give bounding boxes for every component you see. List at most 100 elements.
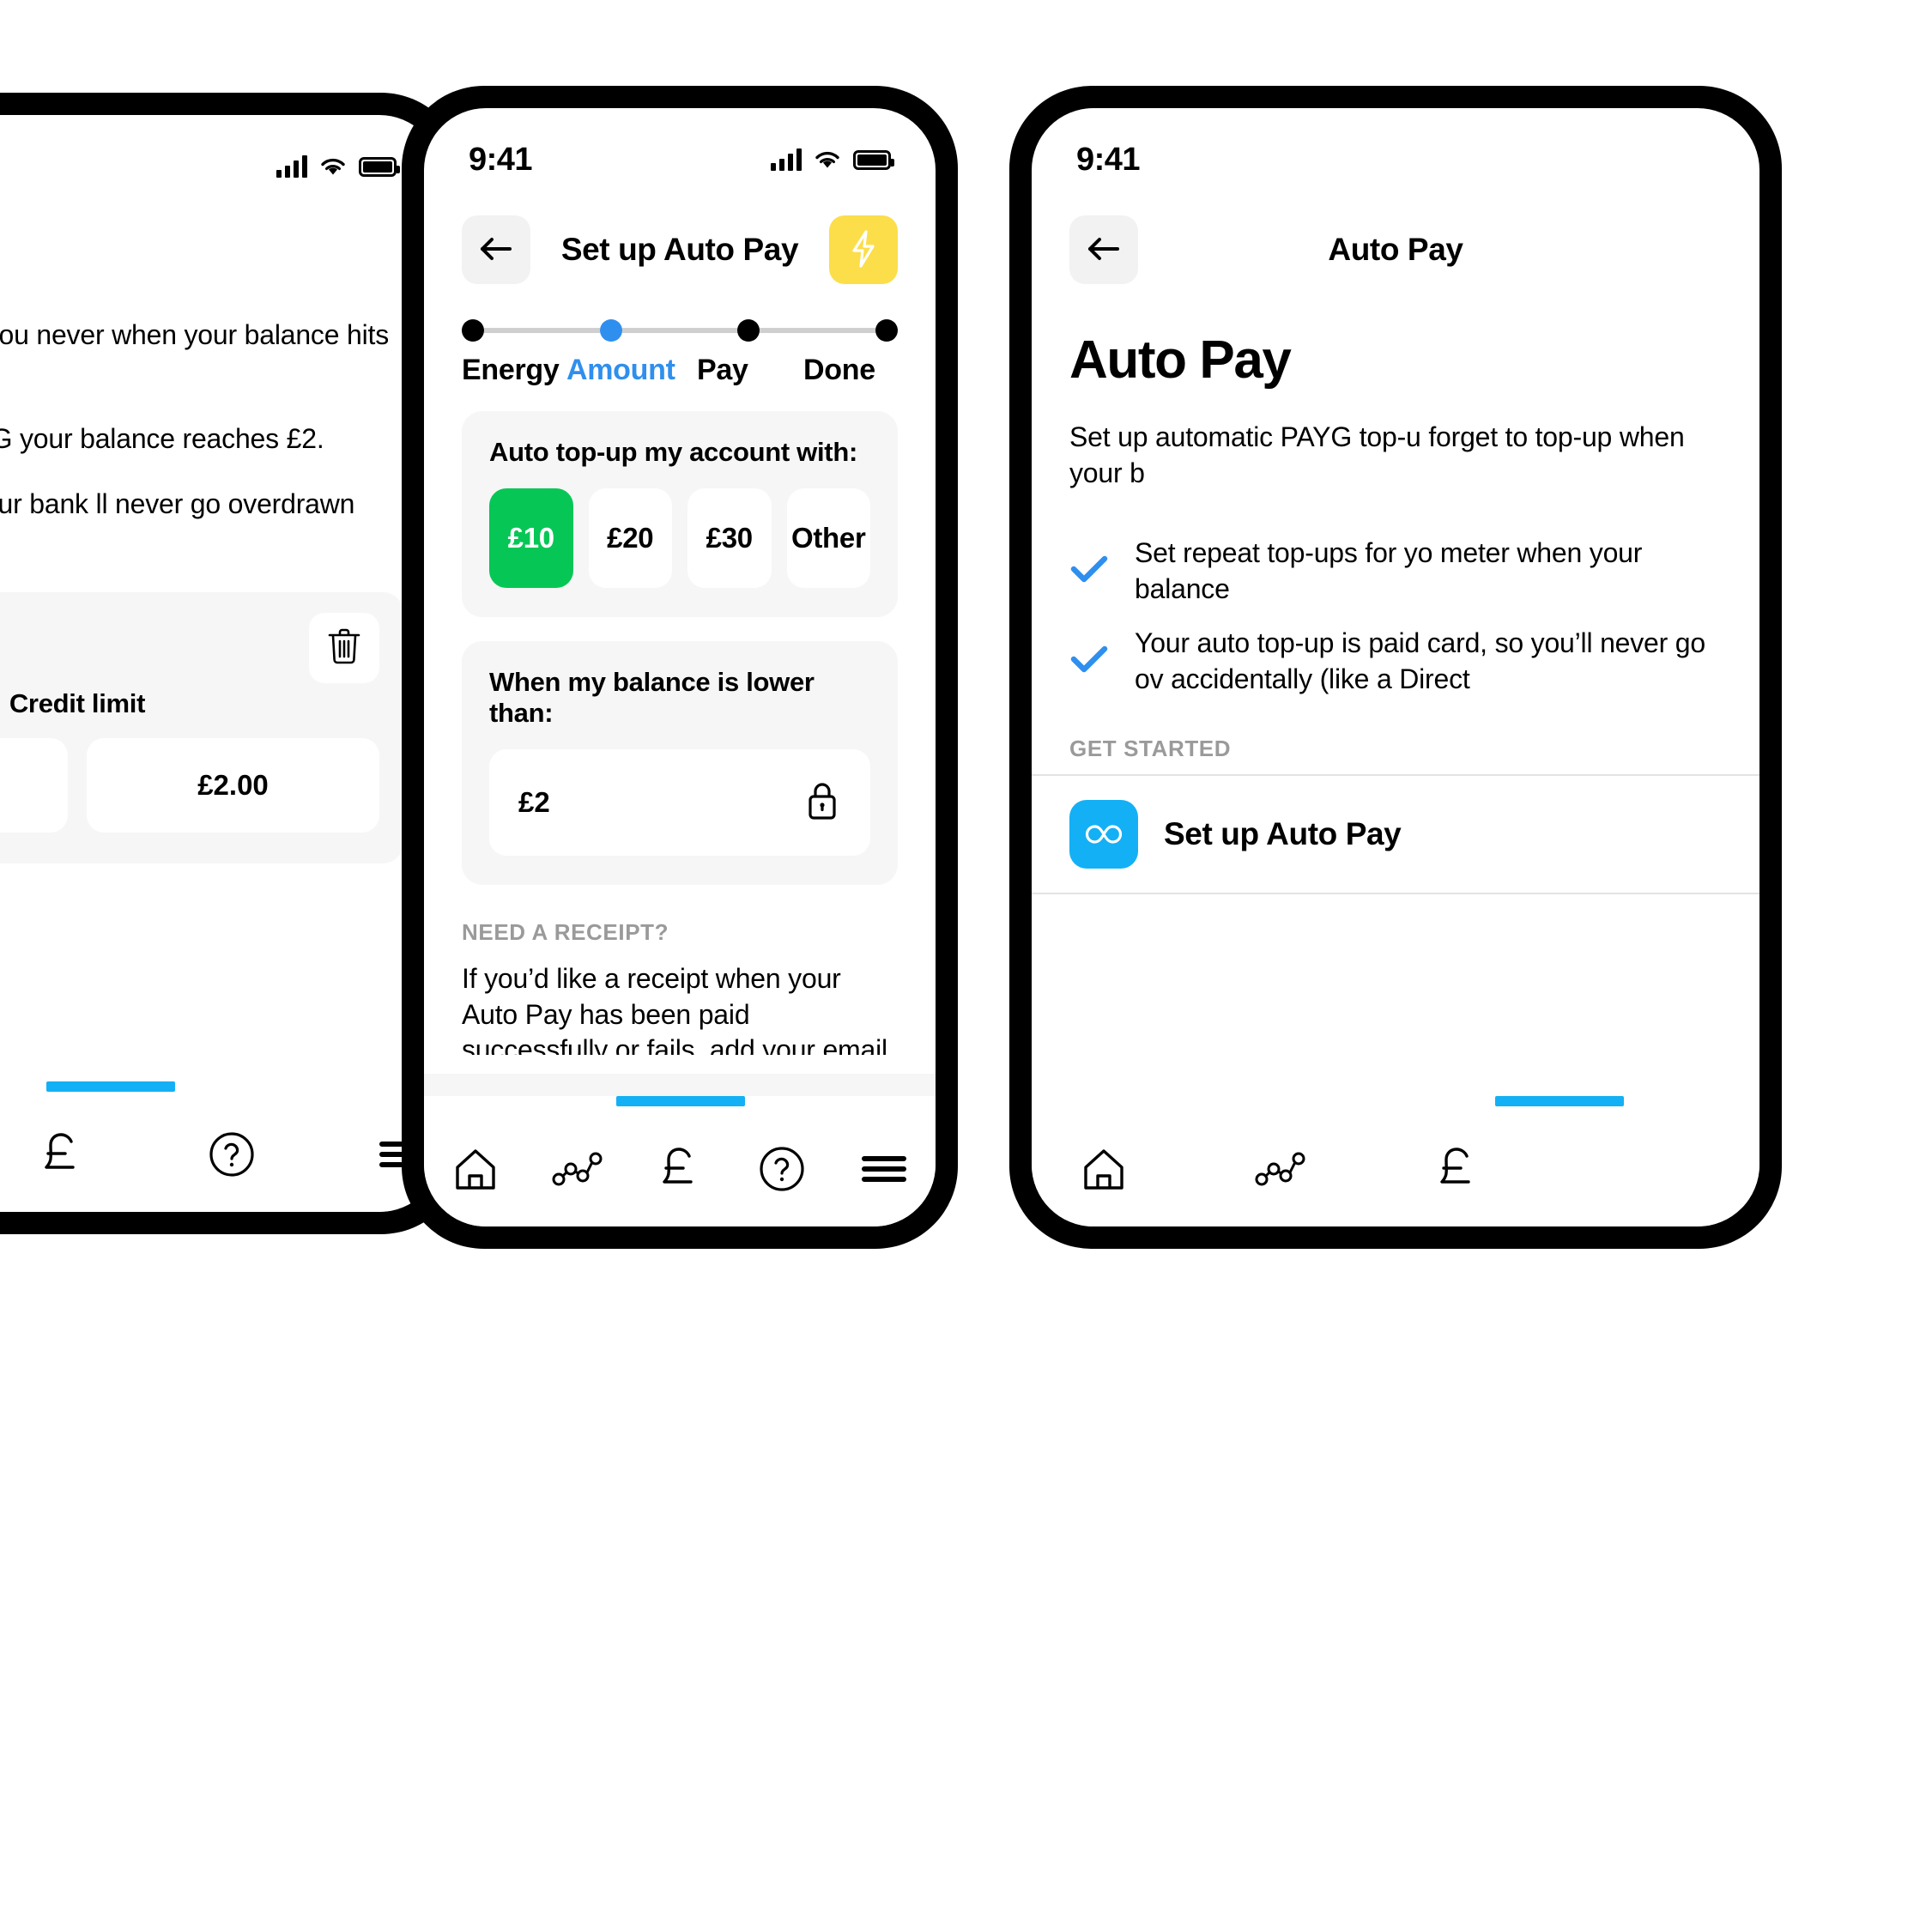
amount-option-20[interactable]: £20 [588, 488, 672, 588]
step-label-energy[interactable]: Energy [462, 354, 575, 387]
step-label-pay[interactable]: Pay [697, 354, 809, 387]
amount-option-10[interactable]: £10 [489, 488, 573, 588]
tab-payments[interactable] [22, 1113, 101, 1199]
tab-items [424, 1115, 936, 1226]
credit-limit-left-pill[interactable] [0, 737, 68, 833]
tab-payments[interactable] [1414, 1128, 1500, 1214]
topup-amount-card: Auto top-up my account with: £10 £20 £30… [462, 411, 898, 617]
amount-options: £10 £20 £30 Other [489, 488, 870, 588]
get-started-eyebrow: GET STARTED [1069, 735, 1232, 761]
status-bar: 9:41 [424, 108, 936, 187]
benefits-list: Set repeat top-ups for yo meter when you… [1032, 491, 1759, 697]
pound-icon [657, 1144, 703, 1198]
infinity-icon [1069, 799, 1138, 869]
status-time: 9:41 [469, 141, 533, 178]
credit-limit-label: Credit limit [9, 687, 146, 718]
step-dot-energy[interactable] [462, 319, 484, 342]
threshold-field[interactable]: £2 [489, 749, 870, 856]
receipt-eyebrow: NEED A RECEIPT? [462, 919, 669, 945]
paragraph-1: c PAYG top-ups so you never when your ba… [0, 319, 390, 350]
nav-bar: Set up Auto Pay [424, 187, 936, 290]
wifi-icon [319, 156, 347, 177]
tab-payments[interactable] [637, 1128, 723, 1214]
bottom-tab-bar [1032, 1077, 1759, 1226]
step-dot-amount[interactable] [599, 319, 622, 342]
phone-left: Auto Pay c PAYG top-ups so you never whe… [0, 93, 463, 1234]
amount-option-other[interactable]: Other [786, 488, 870, 588]
phone-center: 9:41 Set up Auto Pay Energy Amount Pay D… [402, 86, 958, 1249]
phone-right: 9:41 Auto Pay Auto Pay Set up automatic … [1009, 86, 1782, 1249]
arrow-left-icon [477, 234, 515, 266]
credit-limit-fields: £2.00 [0, 737, 379, 833]
credit-limit-value[interactable]: £2.00 [87, 737, 379, 833]
topup-card-title: Auto top-up my account with: [489, 437, 857, 467]
screenshot-stage: Auto Pay c PAYG top-ups so you never whe… [0, 0, 1932, 1932]
list-item-label: Set up Auto Pay [1164, 815, 1402, 851]
nav-title: Auto Pay [1328, 232, 1463, 267]
scroll-fade [424, 1074, 936, 1096]
back-button[interactable] [1069, 215, 1138, 284]
list-item: Set repeat top-ups for yo meter when you… [1069, 536, 1722, 607]
page-title: Auto Pay [0, 194, 441, 259]
tab-help[interactable] [192, 1113, 271, 1199]
delete-button[interactable] [309, 612, 379, 683]
trash-icon [326, 627, 362, 669]
nav-bar: Auto Pay [1032, 187, 1759, 290]
tab-indicator [46, 1081, 175, 1092]
step-label-amount[interactable]: Amount [566, 354, 704, 387]
pound-icon [1434, 1144, 1481, 1198]
status-time: 9:41 [1076, 141, 1141, 178]
check-icon [1069, 644, 1109, 679]
step-line-3 [760, 328, 876, 333]
tab-home[interactable] [1061, 1128, 1147, 1214]
battery-icon [853, 149, 894, 170]
back-button[interactable] [462, 215, 530, 284]
tab-usage[interactable] [535, 1128, 621, 1214]
list-item-setup-auto-pay[interactable]: Set up Auto Pay [1032, 776, 1759, 893]
pound-icon [39, 1130, 85, 1184]
balance-threshold-card: When my balance is lower than: £2 [462, 641, 898, 885]
left-body: c PAYG top-ups so you never when your ba… [0, 318, 441, 558]
nav-title: Set up Auto Pay [560, 232, 799, 267]
boost-button[interactable] [829, 215, 898, 284]
question-circle-icon [207, 1130, 257, 1184]
paragraph-2: op-ups for your PAYG your balance reache… [0, 423, 324, 455]
list-item-text: Set repeat top-ups for yo meter when you… [1135, 537, 1643, 604]
signal-bars-icon [771, 148, 802, 171]
progress-stepper: Energy Amount Pay Done [424, 290, 936, 387]
list-item-text: Your auto top-up is paid card, so you’ll… [1135, 627, 1705, 694]
tab-home[interactable] [433, 1128, 518, 1214]
step-dot-pay[interactable] [737, 319, 760, 342]
step-label-done[interactable]: Done [803, 354, 898, 387]
signal-bars-icon [276, 155, 307, 178]
threshold-card-title: When my balance is lower than: [489, 667, 815, 728]
home-icon [1081, 1147, 1127, 1196]
arrow-left-icon [1085, 234, 1123, 266]
phone-left-screen: Auto Pay c PAYG top-ups so you never whe… [0, 115, 441, 1212]
lightning-bolt-icon [849, 229, 878, 271]
amount-option-30[interactable]: £30 [687, 488, 772, 588]
battery-icon [359, 156, 400, 177]
tab-indicator [616, 1096, 745, 1106]
threshold-value: £2 [518, 786, 550, 818]
step-line-2 [621, 328, 738, 333]
lock-icon [803, 779, 841, 827]
check-icon [1069, 554, 1109, 589]
tab-usage[interactable] [1238, 1128, 1323, 1214]
usage-graph-icon [552, 1150, 603, 1192]
status-bar: 9:41 [1032, 108, 1759, 187]
hamburger-icon [860, 1152, 908, 1190]
get-started-list: Set up Auto Pay [1032, 773, 1759, 894]
question-circle-icon [757, 1144, 807, 1198]
tab-menu[interactable] [841, 1128, 927, 1214]
status-icons [276, 155, 400, 178]
paragraph-3: op-up is paid with your bank ll never go… [0, 488, 355, 519]
page-heading: Auto Pay [1069, 330, 1292, 390]
tab-help[interactable] [739, 1128, 825, 1214]
home-icon [452, 1147, 499, 1196]
phone-right-screen: 9:41 Auto Pay Auto Pay Set up automatic … [1032, 108, 1759, 1226]
step-dot-done[interactable] [875, 319, 899, 342]
wifi-icon [814, 149, 841, 170]
page-intro: Set up automatic PAYG top-u forget to to… [1069, 421, 1685, 488]
stepper-track [462, 319, 899, 342]
